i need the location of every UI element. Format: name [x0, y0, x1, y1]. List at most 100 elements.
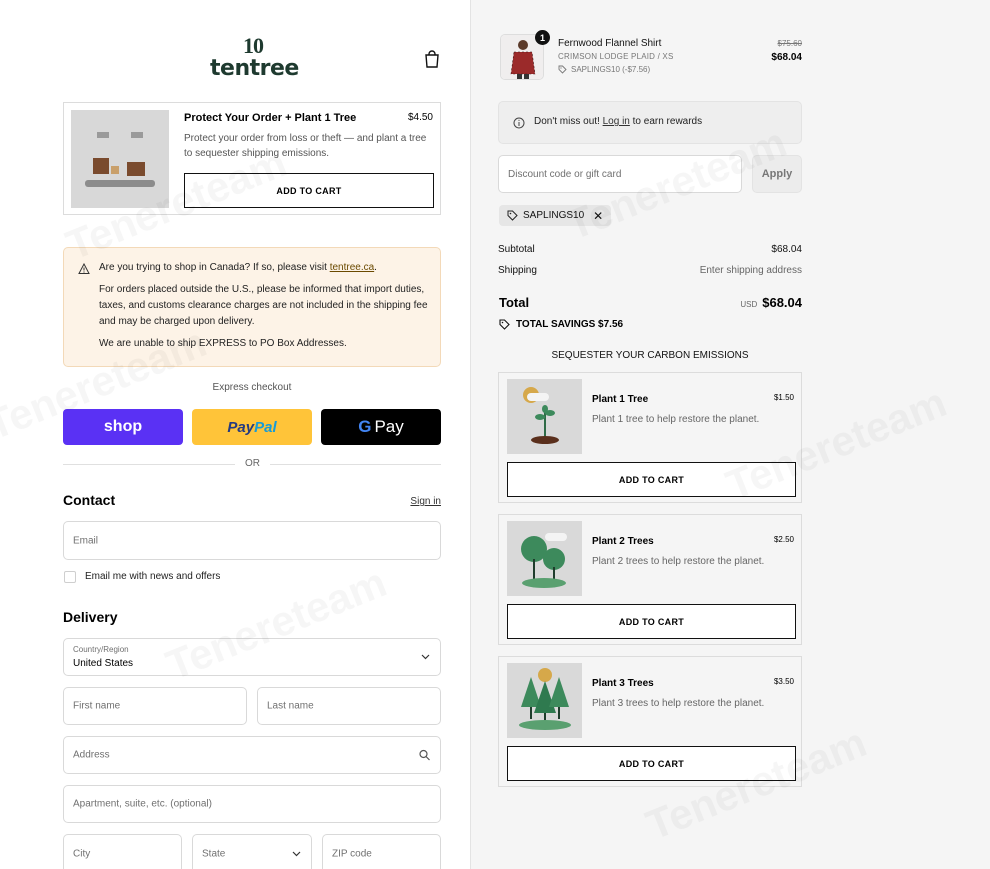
shop-pay-label: shop [103, 418, 143, 435]
tree-card-price: $1.50 [773, 393, 794, 402]
total-value: USD $68.04 [740, 295, 802, 310]
apartment-placeholder: Apartment, suite, etc. (optional) [73, 798, 212, 810]
three-trees-image [507, 663, 582, 738]
total-amount: $68.04 [762, 295, 802, 310]
plant-1-tree-add-button[interactable]: ADD TO CART [507, 462, 796, 497]
zip-field[interactable]: ZIP code [322, 834, 441, 869]
first-name-field[interactable]: First name [63, 687, 247, 725]
address-placeholder: Address [73, 749, 110, 761]
rewards-suffix: to earn rewards [629, 116, 703, 127]
info-icon [513, 117, 525, 129]
warning-icon [78, 263, 90, 274]
plant-3-trees-add-button[interactable]: ADD TO CART [507, 746, 796, 781]
tree-card-description: Plant 3 trees to help restore the planet… [592, 698, 765, 709]
applied-discount-code: SAPLINGS10 [523, 210, 585, 221]
country-label: Country/Region [73, 645, 129, 654]
tentree-ca-link[interactable]: tentree.ca [330, 262, 374, 273]
search-icon [419, 749, 430, 761]
sapling-image [507, 379, 582, 454]
protect-description: Protect your order from loss or theft — … [184, 133, 427, 159]
currency-code: USD [740, 300, 758, 309]
discount-placeholder: Discount code or gift card [508, 169, 622, 180]
chevron-down-icon [292, 851, 301, 857]
express-checkout-label: Express checkout [212, 382, 292, 393]
protect-order-upsell: Protect Your Order + Plant 1 Tree $4.50 … [63, 102, 441, 215]
paypal-button[interactable]: Pay Pal [192, 409, 312, 445]
google-pay-label: Pay [374, 417, 404, 436]
quantity-badge: 1 [535, 30, 550, 45]
remove-discount-icon[interactable]: ✕ [593, 209, 603, 223]
rewards-banner: Don't miss out! Log in to earn rewards [498, 101, 802, 144]
notice-canada-suffix: . [374, 262, 377, 273]
tag-icon [507, 210, 518, 221]
rewards-prefix: Don't miss out! [534, 116, 603, 127]
newsletter-checkbox[interactable] [64, 571, 76, 583]
state-select[interactable]: State [192, 834, 312, 869]
tree-card-title: Plant 3 Trees [592, 678, 654, 689]
city-placeholder: City [73, 848, 91, 860]
plant-trees-card: Plant 3 Trees $3.50 Plant 3 trees to hel… [498, 656, 802, 787]
product-discount-text: SAPLINGS10 (-$7.56) [571, 65, 651, 74]
total-savings-text: TOTAL SAVINGS $7.56 [516, 319, 624, 330]
google-pay-button[interactable]: G Pay [321, 409, 441, 445]
state-placeholder: State [202, 848, 226, 860]
shopping-bag-icon[interactable] [424, 50, 440, 68]
plant-tree-card: Plant 1 Tree $1.50 Plant 1 tree to help … [498, 372, 802, 503]
country-value: United States [73, 658, 134, 669]
paypal-label-a: Pay [227, 418, 255, 436]
applied-discount-chip: SAPLINGS10 ✕ [499, 205, 612, 226]
notice-canada-text: Are you trying to shop in Canada? If so,… [99, 262, 330, 273]
last-name-field[interactable]: Last name [257, 687, 441, 725]
first-name-placeholder: First name [73, 700, 121, 712]
tag-icon [558, 65, 567, 74]
protect-order-image [71, 110, 169, 208]
protect-title: Protect Your Order + Plant 1 Tree [184, 112, 357, 124]
product-discount: SAPLINGS10 (-$7.56) [558, 65, 650, 74]
apply-discount-button[interactable]: Apply [752, 155, 802, 193]
chevron-down-icon [421, 654, 430, 660]
checkout-form-panel: 10 tentree Protect Your Order + Plant 1 … [0, 0, 470, 869]
tree-card-title: Plant 1 Tree [592, 394, 649, 405]
country-select[interactable]: Country/Region United States [63, 638, 441, 676]
logo-number: 10 [243, 33, 264, 58]
tentree-logo[interactable]: 10 tentree [210, 33, 299, 82]
product-variant: CRIMSON LODGE PLAID / XS [558, 52, 674, 61]
paypal-label-b: Pal [254, 418, 277, 436]
product-original-price: $75.60 [777, 39, 802, 48]
tree-card-price: $3.50 [773, 677, 794, 686]
notice-canada: Are you trying to shop in Canada? If so,… [99, 260, 434, 276]
two-trees-image [507, 521, 582, 596]
apartment-field[interactable]: Apartment, suite, etc. (optional) [63, 785, 441, 823]
login-link[interactable]: Log in [603, 116, 630, 127]
shipping-notice: Are you trying to shop in Canada? If so,… [63, 247, 441, 367]
notice-express: We are unable to ship EXPRESS to PO Box … [99, 338, 347, 349]
newsletter-label: Email me with news and offers [85, 571, 221, 582]
address-field[interactable]: Address [63, 736, 441, 774]
tree-card-title: Plant 2 Trees [592, 536, 654, 547]
plant-2-trees-add-button[interactable]: ADD TO CART [507, 604, 796, 639]
discount-code-input[interactable]: Discount code or gift card [498, 155, 742, 193]
contact-heading: Contact [63, 492, 116, 508]
google-g-icon: G [358, 417, 372, 436]
carbon-section-title: SEQUESTER YOUR CARBON EMISSIONS [551, 350, 749, 361]
tree-card-description: Plant 1 tree to help restore the planet. [592, 414, 760, 425]
protect-add-to-cart-button[interactable]: ADD TO CART [184, 173, 434, 208]
delivery-heading: Delivery [63, 609, 118, 625]
shop-pay-button[interactable]: shop [63, 409, 183, 445]
plant-trees-card: Plant 2 Trees $2.50 Plant 2 trees to hel… [498, 514, 802, 645]
tree-card-price: $2.50 [773, 535, 794, 544]
product-name: Fernwood Flannel Shirt [558, 38, 662, 49]
subtotal-label: Subtotal [498, 244, 535, 255]
email-field[interactable]: Email [63, 521, 441, 560]
protect-price: $4.50 [407, 112, 433, 123]
last-name-placeholder: Last name [267, 700, 314, 712]
notice-duties: For orders placed outside the U.S., plea… [99, 284, 428, 327]
email-placeholder: Email [73, 535, 99, 546]
tree-card-description: Plant 2 trees to help restore the planet… [592, 556, 765, 567]
subtotal-value: $68.04 [771, 244, 802, 255]
or-label: OR [235, 458, 270, 469]
rewards-text: Don't miss out! Log in to earn rewards [534, 116, 702, 127]
city-field[interactable]: City [63, 834, 182, 869]
shipping-value: Enter shipping address [699, 265, 802, 276]
sign-in-link[interactable]: Sign in [410, 496, 441, 507]
